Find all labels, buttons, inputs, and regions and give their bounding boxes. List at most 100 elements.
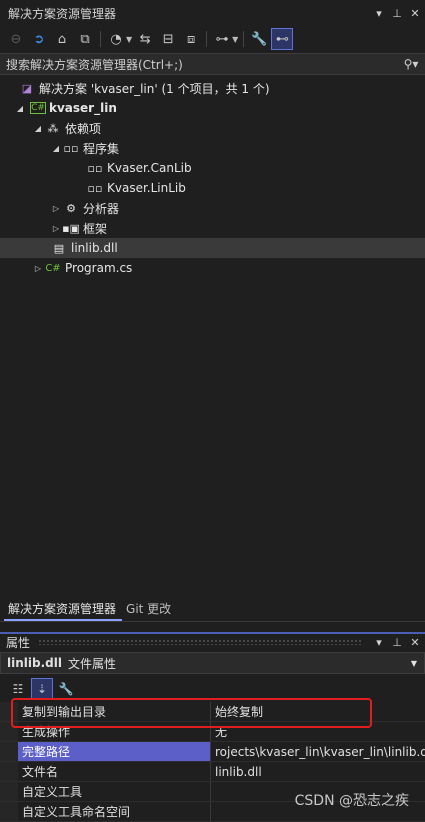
property-name: 完整路径 — [18, 742, 211, 761]
property-row[interactable]: 生成操作 无 — [0, 722, 425, 742]
tab-git-changes[interactable]: Git 更改 — [122, 600, 177, 621]
toolbar-separator — [243, 31, 245, 47]
solution-icon: ◪ — [21, 81, 33, 95]
framework-icon: ▪▣ — [62, 221, 80, 235]
collapsed-arrow-icon[interactable]: ▷ — [50, 204, 62, 213]
dependencies-icon: ⁂ — [47, 121, 59, 135]
property-pages-wrench-icon[interactable]: 🔧 — [56, 679, 76, 699]
tree-item-label: 依赖项 — [65, 121, 102, 136]
tree-item-label: 框架 — [83, 221, 108, 236]
property-value[interactable]: 始终复制 — [211, 702, 425, 721]
expanded-arrow-icon[interactable]: ◢ — [14, 104, 26, 113]
property-name: 自定义工具命名空间 — [18, 802, 211, 821]
home-icon[interactable]: ⌂ — [52, 29, 72, 49]
tree-item-label: 解决方案 'kvaser_lin' (1 个项目，共 1 个) — [39, 81, 270, 96]
pin-icon[interactable]: ⊥ — [389, 636, 405, 649]
tree-item-label: kvaser_lin — [49, 101, 117, 115]
pending-changes-filter-icon[interactable]: ◔ — [106, 29, 126, 49]
assemblies-icon: ▫▫ — [63, 141, 79, 155]
expanded-arrow-icon[interactable]: ◢ — [32, 124, 44, 133]
assembly-reference-icon: ▫▫ — [87, 181, 103, 195]
toolbar-separator — [206, 31, 208, 47]
property-name: 自定义工具 — [18, 782, 211, 801]
collapsed-arrow-icon[interactable]: ▷ — [32, 264, 44, 273]
row-margin — [0, 762, 18, 781]
tree-item-label: linlib.dll — [71, 241, 118, 255]
preview-selected-icon[interactable]: ⊷ — [271, 28, 294, 50]
explorer-tabs: 解决方案资源管理器 Git 更改 — [0, 600, 425, 622]
csharp-file-icon: C# — [45, 262, 61, 274]
object-selector[interactable]: linlib.dll 文件属性 ▼ — [0, 652, 425, 674]
csharp-project-icon: C# — [30, 102, 46, 114]
tab-solution-explorer[interactable]: 解决方案资源管理器 — [4, 600, 123, 621]
tree-item-label: Kvaser.LinLib — [107, 181, 186, 195]
row-margin — [0, 702, 18, 721]
row-margin — [0, 782, 18, 801]
back-icon[interactable]: ⊖ — [6, 29, 26, 49]
search-input[interactable]: 搜索解决方案资源管理器(Ctrl+;) — [6, 56, 397, 73]
close-icon[interactable]: ✕ — [407, 636, 423, 649]
toolbar: ⊖ ➲ ⌂ ⧉ ◔ ▼ ⇆ ⊟ ⧈ ⊶ ▼ 🔧 ⊷ — [0, 26, 425, 52]
property-value[interactable]: rojects\kvaser_lin\kvaser_lin\linlib.dll — [211, 742, 425, 761]
analyzers-icon: ⚙ — [66, 201, 76, 215]
sync-icon[interactable]: ⇆ — [135, 29, 155, 49]
properties-title-bar: 属性 ▾ ⊥ ✕ — [0, 632, 425, 650]
dll-file-icon: ▤ — [53, 241, 65, 255]
solution-tree: ◪ 解决方案 'kvaser_lin' (1 个项目，共 1 个) ◢ C# k… — [0, 78, 425, 278]
search-icon[interactable]: ⚲▾ — [397, 57, 425, 71]
tree-item-label: Kvaser.CanLib — [107, 161, 192, 175]
drag-handle[interactable] — [38, 639, 363, 645]
properties-toolbar: ☷ ⇣ 🔧 — [0, 677, 425, 701]
assembly-reference-icon: ▫▫ — [87, 161, 103, 175]
pin-icon[interactable]: ⊥ — [389, 7, 405, 20]
tree-item-assembly-canlib[interactable]: ▫▫ Kvaser.CanLib — [0, 158, 425, 178]
property-name: 生成操作 — [18, 722, 211, 741]
property-name: 复制到输出目录 — [18, 702, 211, 721]
chevron-down-icon[interactable]: ▼ — [232, 35, 238, 44]
close-icon[interactable]: ✕ — [407, 7, 423, 20]
row-margin — [0, 722, 18, 741]
tree-view-icon[interactable]: ⊶ — [212, 29, 232, 49]
show-all-files-icon[interactable]: ⧈ — [181, 29, 201, 49]
watermark: CSDN @恐志之疾 — [294, 793, 409, 809]
tree-item-label: 程序集 — [83, 141, 120, 156]
tree-item-dependencies[interactable]: ◢ ⁂ 依赖项 — [0, 118, 425, 138]
tree-item-assemblies[interactable]: ◢ ▫▫ 程序集 — [0, 138, 425, 158]
tree-item-label: Program.cs — [65, 261, 133, 275]
properties-wrench-icon[interactable]: 🔧 — [249, 29, 269, 49]
property-row[interactable]: 完整路径 rojects\kvaser_lin\kvaser_lin\linli… — [0, 742, 425, 762]
expanded-arrow-icon[interactable]: ◢ — [50, 144, 62, 153]
property-value[interactable]: 无 — [211, 722, 425, 741]
switch-views-icon[interactable]: ⧉ — [75, 29, 95, 49]
forward-icon[interactable]: ➲ — [29, 29, 49, 49]
search-bar[interactable]: 搜索解决方案资源管理器(Ctrl+;) ⚲▾ — [0, 53, 425, 75]
collapse-all-icon[interactable]: ⊟ — [158, 29, 178, 49]
tree-item-linlib-dll[interactable]: ▤ linlib.dll — [0, 238, 425, 258]
chevron-down-icon[interactable]: ▼ — [126, 35, 132, 44]
row-margin — [0, 742, 18, 761]
row-margin — [0, 802, 18, 821]
properties-title: 属性 — [6, 635, 31, 650]
tree-item-analyzers[interactable]: ▷ ⚙ 分析器 — [0, 198, 425, 218]
window-title: 解决方案资源管理器 — [8, 6, 117, 21]
window-options-icon[interactable]: ▾ — [371, 636, 387, 649]
window-options-icon[interactable]: ▾ — [371, 7, 387, 20]
object-type: 文件属性 — [67, 656, 116, 671]
tree-item-label: 分析器 — [83, 201, 120, 216]
property-row[interactable]: 文件名 linlib.dll — [0, 762, 425, 782]
property-row[interactable]: 复制到输出目录 始终复制 — [0, 702, 425, 722]
property-name: 文件名 — [18, 762, 211, 781]
object-name: linlib.dll — [7, 656, 62, 670]
categorized-icon[interactable]: ☷ — [8, 679, 28, 699]
collapsed-arrow-icon[interactable]: ▷ — [50, 224, 62, 233]
alphabetical-sort-icon[interactable]: ⇣ — [31, 678, 53, 700]
tree-item-project[interactable]: ◢ C# kvaser_lin — [0, 98, 425, 118]
chevron-down-icon[interactable]: ▼ — [404, 659, 424, 668]
tree-item-framework[interactable]: ▷ ▪▣ 框架 — [0, 218, 425, 238]
tree-item-assembly-linlib[interactable]: ▫▫ Kvaser.LinLib — [0, 178, 425, 198]
toolbar-separator — [100, 31, 101, 47]
tree-item-solution[interactable]: ◪ 解决方案 'kvaser_lin' (1 个项目，共 1 个) — [0, 78, 425, 98]
title-bar: 解决方案资源管理器 ▾ ⊥ ✕ — [0, 0, 425, 26]
tree-item-program-cs[interactable]: ▷ C# Program.cs — [0, 258, 425, 278]
property-value[interactable]: linlib.dll — [211, 762, 425, 781]
